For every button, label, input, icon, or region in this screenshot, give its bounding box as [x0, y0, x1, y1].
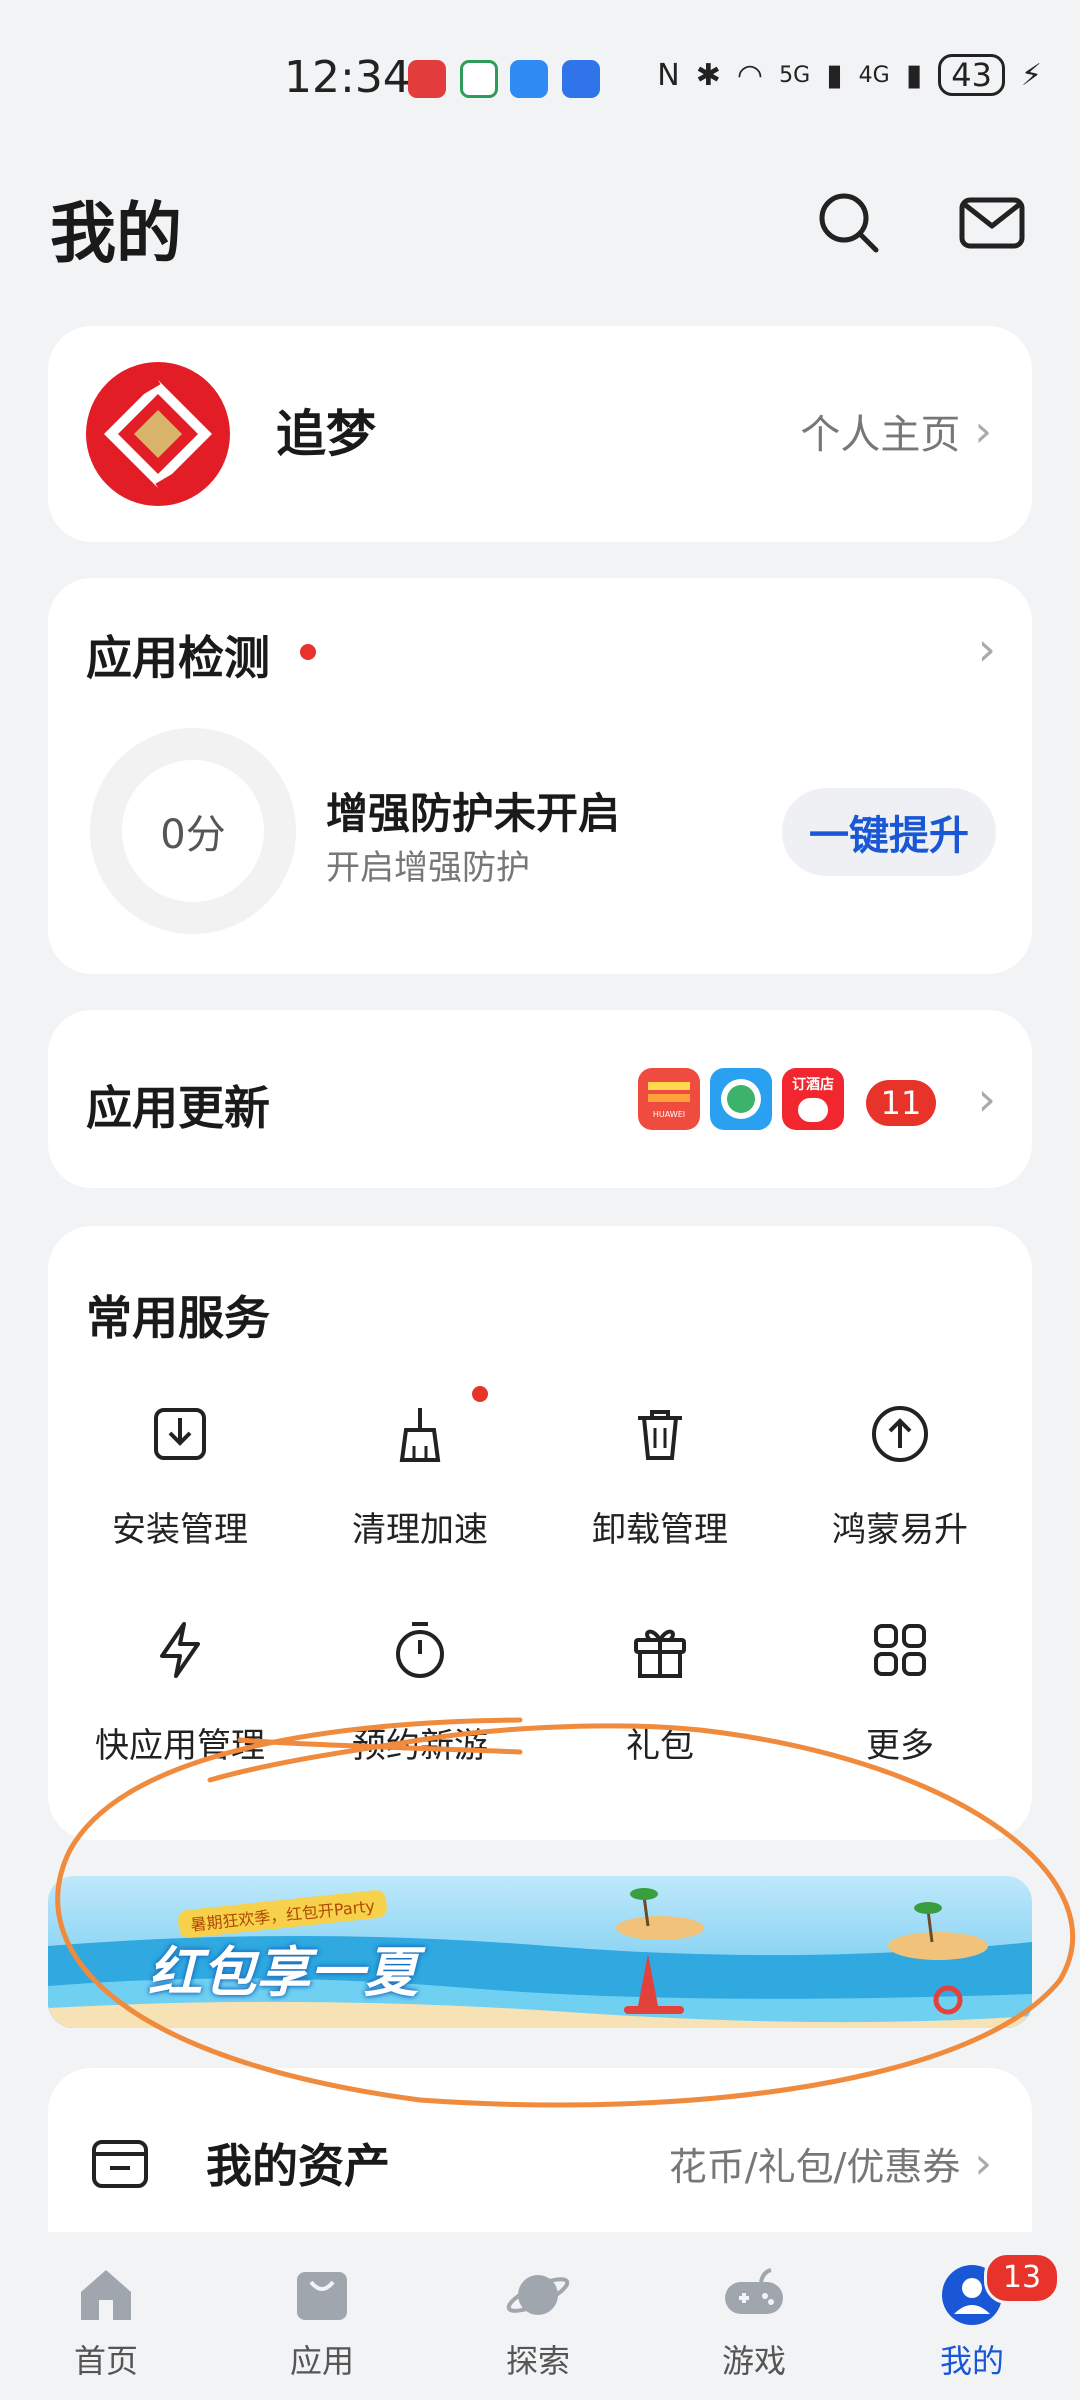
avatar — [86, 362, 230, 506]
chevron-right-icon: › — [974, 2138, 992, 2189]
service-gift-pack[interactable]: 礼包 — [540, 1620, 780, 1820]
my-assets-subtitle: 花币/礼包/优惠券 — [668, 2145, 961, 2189]
app-update-title: 应用更新 — [86, 1081, 270, 1135]
notification-dot — [472, 1386, 488, 1402]
services-title: 常用服务 — [86, 1291, 270, 1345]
service-install-manager[interactable]: 安装管理 — [60, 1404, 300, 1604]
my-assets-card[interactable]: 我的资产 花币/礼包/优惠券 › — [48, 2068, 1032, 2258]
huawei-icon-label: HUAWEI — [652, 1110, 686, 1119]
charging-icon: ⚡ — [1020, 57, 1042, 93]
bluetooth-icon: ✱ — [695, 57, 721, 93]
my-assets-title: 我的资产 — [206, 2139, 390, 2193]
upgrade-arrow-icon — [872, 1406, 928, 1462]
security-score: 0分 — [160, 812, 226, 858]
one-click-boost-button[interactable]: 一键提升 — [782, 788, 996, 876]
page-title: 我的 — [50, 195, 182, 272]
notification-dot — [300, 644, 316, 660]
service-harmony-upgrade[interactable]: 鸿蒙易升 — [780, 1404, 1020, 1604]
promo-banner[interactable]: 暑期狂欢季，红包开Party 红包享一夏 — [48, 1876, 1032, 2028]
nav-label: 首页 — [73, 2342, 138, 2380]
app-check-title: 应用检测 — [86, 631, 270, 685]
browser-app-icon — [710, 1068, 772, 1130]
grid-icon — [874, 1624, 926, 1676]
signal-bars-icon: ▮ — [826, 57, 843, 93]
service-label: 卸载管理 — [592, 1510, 728, 1550]
nav-label: 游戏 — [721, 2342, 786, 2380]
notification-app-icon — [408, 60, 446, 98]
service-clean-boost[interactable]: 清理加速 — [300, 1386, 540, 1604]
service-label: 预约新游 — [352, 1726, 488, 1766]
nav-label: 应用 — [289, 2342, 354, 2380]
protection-status-title: 增强防护未开启 — [326, 789, 621, 838]
home-icon — [81, 2270, 131, 2320]
service-label: 更多 — [866, 1726, 934, 1766]
service-game-reservation[interactable]: 预约新游 — [300, 1620, 540, 1820]
wallet-icon — [92, 2140, 148, 2188]
service-label: 快应用管理 — [95, 1726, 265, 1766]
app-update-card[interactable]: 应用更新 HUAWEI 订酒店 11 › — [48, 1010, 1032, 1188]
service-label: 鸿蒙易升 — [832, 1510, 968, 1550]
service-label: 清理加速 — [352, 1510, 488, 1550]
broom-icon — [399, 1408, 441, 1462]
gift-icon — [634, 1629, 686, 1678]
nav-label: 探索 — [505, 2342, 570, 2380]
nfc-icon: N — [657, 57, 680, 93]
gamepad-icon — [725, 2268, 783, 2314]
quick-app-icon — [160, 1622, 200, 1678]
signal-5g-label: 5G — [779, 62, 811, 88]
shield-app-icon — [562, 60, 600, 98]
service-uninstall-manager[interactable]: 卸载管理 — [540, 1404, 780, 1604]
protection-status-subtitle: 开启增强防护 — [326, 848, 530, 888]
hotel-app-icon: 订酒店 — [782, 1068, 844, 1130]
security-score-ring: 0分 — [90, 728, 296, 934]
chevron-right-icon: › — [974, 405, 992, 457]
status-indicators: N ✱ ◠ 5G ▮ 4G ▮ 43 ⚡ — [657, 54, 1042, 96]
notification-app-icon — [460, 60, 498, 98]
nav-tab-home[interactable]: 首页 — [26, 2262, 186, 2382]
shopping-bag-icon — [297, 2272, 347, 2320]
timer-icon — [396, 1622, 444, 1678]
my-assets-link[interactable]: 花币/礼包/优惠券 › — [669, 2136, 992, 2191]
profile-name: 追梦 — [276, 405, 376, 463]
profile-home-link[interactable]: 个人主页 › — [800, 402, 992, 460]
message-icon — [510, 60, 548, 98]
battery-indicator: 43 — [938, 54, 1005, 96]
mail-icon[interactable] — [956, 186, 1028, 258]
nav-tab-games[interactable]: 游戏 — [674, 2262, 834, 2382]
nav-label: 我的 — [939, 2342, 1004, 2380]
nav-tab-explore[interactable]: 探索 — [458, 2262, 618, 2382]
chevron-right-icon[interactable]: › — [978, 622, 996, 676]
update-count-badge: 11 — [866, 1080, 936, 1126]
service-quick-app-manager[interactable]: 快应用管理 — [60, 1620, 300, 1820]
planet-icon — [506, 2275, 570, 2315]
service-label: 安装管理 — [112, 1510, 248, 1550]
nav-tab-mine[interactable]: 13 我的 — [892, 2252, 1060, 2382]
service-more[interactable]: 更多 — [780, 1620, 1020, 1820]
app-check-card[interactable]: 应用检测 › 0分 增强防护未开启 开启增强防护 一键提升 — [48, 578, 1032, 974]
install-icon — [154, 1408, 206, 1460]
nav-tab-apps[interactable]: 应用 — [242, 2262, 402, 2382]
hotel-app-label: 订酒店 — [792, 1077, 834, 1093]
wifi-icon: ◠ — [736, 57, 764, 93]
status-bar: 12:34 N ✱ ◠ 5G ▮ 4G ▮ 43 ⚡ — [0, 0, 1080, 150]
common-services-card: 常用服务 安装管理 清理加速 卸载管理 鸿蒙易升 快应用管理 预约新游 礼包 更… — [48, 1226, 1032, 1840]
chevron-right-icon[interactable]: › — [978, 1072, 996, 1126]
profile-card[interactable]: 追梦 个人主页 › — [48, 326, 1032, 542]
nav-notification-badge: 13 — [984, 2252, 1060, 2304]
search-icon[interactable] — [812, 186, 884, 258]
bottom-navigation: 首页 应用 探索 游戏 13 我的 — [0, 2232, 1080, 2400]
signal-bars-icon: ▮ — [905, 57, 923, 93]
profile-home-label: 个人主页 — [800, 412, 961, 458]
status-time: 12:34 — [284, 52, 411, 103]
service-label: 礼包 — [626, 1726, 694, 1766]
page-header: 我的 — [0, 150, 1080, 290]
trash-icon — [638, 1410, 682, 1460]
huawei-app-icon: HUAWEI — [638, 1068, 700, 1130]
signal-4g-label: 4G — [858, 62, 890, 88]
banner-title: 红包享一夏 — [148, 1941, 418, 2004]
